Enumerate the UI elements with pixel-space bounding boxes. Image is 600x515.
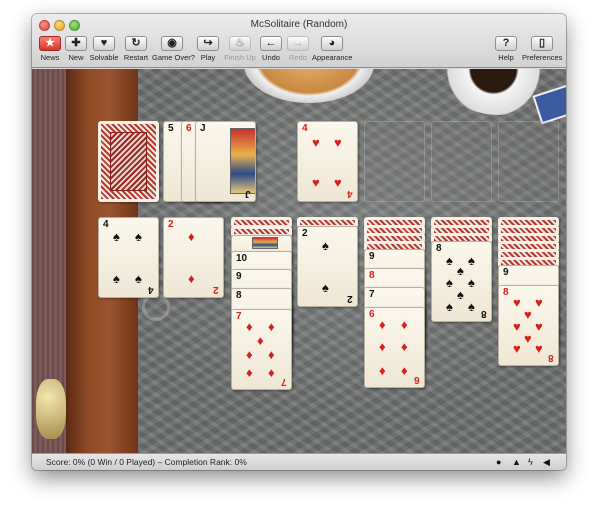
appearance-icon: ◕ — [321, 36, 343, 51]
stock-pile[interactable] — [98, 121, 159, 202]
foundation-empty[interactable] — [364, 121, 425, 202]
tableau-top-card[interactable]: 8 ♥ ♥ ♥ ♥ ♥ ♥ ♥ ♥ 8 — [498, 285, 559, 366]
drop-icon[interactable]: ● — [496, 454, 501, 470]
warning-icon[interactable]: ▲ — [512, 454, 521, 470]
game-table: 5 6 J J 4 ♥ ♥ ♥ ♥ 4 4 ♠ ♠ ♠ ♠ 4 2 ♦ ♦ 2 … — [32, 69, 566, 453]
foundation-pile[interactable]: 4 ♥ ♥ ♥ ♥ 4 — [297, 121, 358, 202]
restart-icon: ↻ — [125, 36, 147, 51]
heart-icon: ♥ — [93, 36, 115, 51]
titlebar: McSolitaire (Random) ★ News ✚ New ♥ Solv… — [32, 14, 566, 68]
appearance-button[interactable]: ◕ Appearance — [312, 36, 352, 66]
eye-icon: ◉ — [161, 36, 183, 51]
finish-icon: ♨ — [229, 36, 251, 51]
tableau-card[interactable]: 2 ♠ ♠ 2 — [297, 226, 358, 307]
jack-face-image — [230, 128, 255, 194]
tableau-top-card[interactable]: 8 ♠ ♠ ♠ ♠ ♠ ♠ ♠ ♠ 8 — [431, 241, 492, 322]
tableau-card[interactable]: 4 ♠ ♠ ♠ ♠ 4 — [98, 217, 159, 298]
preferences-button[interactable]: ▯ Preferences — [522, 36, 562, 66]
pie-plate-decoration — [244, 69, 374, 103]
foundation-empty[interactable] — [431, 121, 492, 202]
help-button[interactable]: ? Help — [486, 36, 526, 66]
waste-top-card[interactable]: J J — [195, 121, 256, 202]
restart-button[interactable]: ↻ Restart — [116, 36, 156, 66]
score-status: Score: 0% (0 Win / 0 Played) – Completio… — [46, 457, 247, 467]
play-icon: ↪ — [197, 36, 219, 51]
foundation-empty[interactable] — [498, 121, 559, 202]
help-icon: ? — [495, 36, 517, 51]
tableau-top-card[interactable]: 7 ♦ ♦ ♦ ♦ ♦ ♦ ♦ 7 — [231, 309, 292, 390]
speaker-icon[interactable]: ◀ — [543, 454, 550, 470]
lightning-icon[interactable]: ϟ — [528, 454, 533, 470]
switch-icon: ▯ — [531, 36, 553, 51]
lamp-decoration — [36, 379, 66, 439]
arrow-right-icon: → — [287, 36, 309, 51]
face-card-image — [252, 237, 278, 249]
status-bar: Score: 0% (0 Win / 0 Played) – Completio… — [32, 453, 566, 470]
window-title: McSolitaire (Random) — [250, 19, 348, 30]
tableau-card[interactable]: 2 ♦ ♦ 2 — [163, 217, 224, 298]
game-over-button[interactable]: ◉ Game Over? — [152, 36, 195, 66]
app-window: McSolitaire (Random) ★ News ✚ New ♥ Solv… — [32, 14, 566, 470]
tableau-top-card[interactable]: 6 ♦ ♦ ♦ ♦ ♦ ♦ 6 — [364, 307, 425, 388]
